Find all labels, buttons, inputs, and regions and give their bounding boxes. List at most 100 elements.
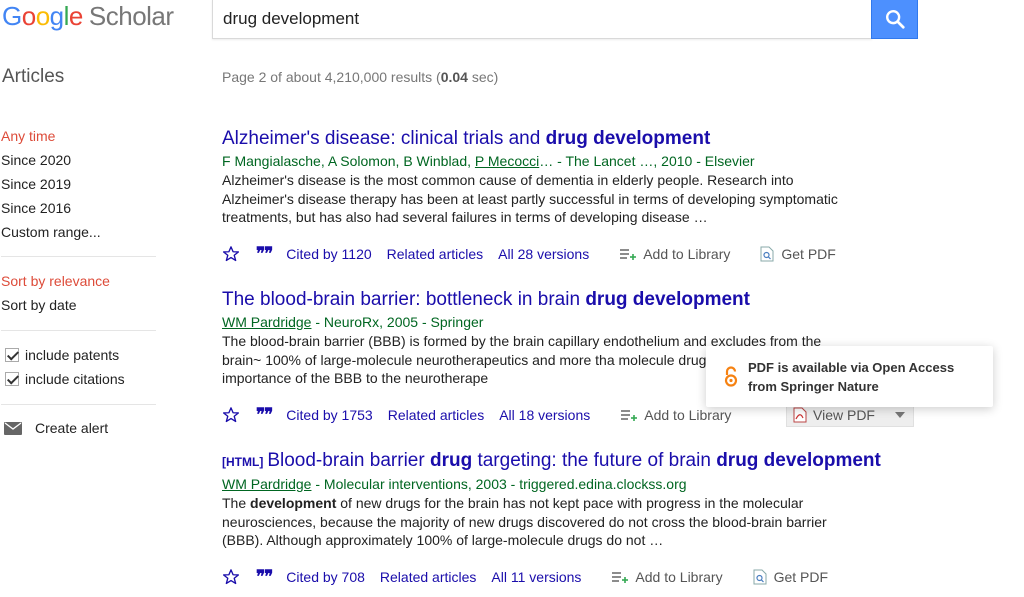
result-snippet: Alzheimer's disease is the most common c… [222, 172, 838, 225]
sidebar-divider [1, 256, 156, 257]
checkbox-checked-icon [5, 372, 19, 386]
format-tag: [HTML] [222, 455, 264, 469]
filter-since-2019[interactable]: Since 2019 [1, 172, 156, 196]
pdf-file-icon [753, 569, 767, 585]
stats-time: 0.04 [440, 69, 468, 85]
publication-info: - NeuroRx, 2005 - Springer [311, 314, 484, 330]
google-scholar-logo[interactable]: Google Scholar [2, 1, 174, 31]
include-patents-checkbox[interactable]: include patents [1, 343, 156, 367]
result-authors: WM Pardridge - NeuroRx, 2005 - Springer [222, 312, 922, 332]
get-pdf-link[interactable]: Get PDF [760, 246, 836, 262]
sort-list: Sort by relevance Sort by date [1, 269, 156, 317]
envelope-icon [4, 421, 22, 435]
result-authors: WM Pardridge - Molecular interventions, … [222, 474, 922, 494]
result-actions: ❞❞ Cited by 1120 Related articles All 28… [222, 244, 836, 264]
search-input[interactable] [213, 0, 871, 38]
filter-any-time[interactable]: Any time [1, 124, 156, 148]
logo-letter: G [2, 1, 22, 31]
add-to-library-label: Add to Library [644, 407, 732, 423]
star-icon[interactable] [222, 406, 240, 424]
title-text: The blood-brain barrier: bottleneck in b… [222, 289, 586, 310]
cite-icon[interactable]: ❞❞ [256, 244, 273, 264]
snippet-text: The [222, 495, 251, 511]
result-actions: ❞❞ Cited by 708 Related articles All 11 … [222, 567, 828, 587]
publication-info: … - The Lancet …, 2010 - Elsevier [539, 153, 755, 169]
title-highlight: drug development [545, 128, 711, 149]
include-options: include patents include citations [1, 343, 156, 391]
title-highlight: drug development [716, 450, 881, 471]
title-text: Blood-brain barrier [267, 450, 430, 471]
all-versions-link[interactable]: All 11 versions [491, 569, 581, 585]
include-patents-label: include patents [25, 347, 120, 363]
sort-by-date[interactable]: Sort by date [1, 293, 156, 317]
create-alert-link[interactable]: Create alert [4, 420, 108, 436]
sidebar-divider [1, 404, 156, 405]
result-title-link[interactable]: The blood-brain barrier: bottleneck in b… [222, 288, 922, 312]
results-stats: Page 2 of about 4,210,000 results (0.04 … [222, 69, 498, 85]
cite-icon[interactable]: ❞❞ [256, 405, 273, 425]
get-pdf-label: Get PDF [781, 246, 836, 262]
result-authors: F Mangialasche, A Solomon, B Winblad, P … [222, 151, 922, 171]
result-title-link[interactable]: [HTML] Blood-brain barrier drug targeting… [222, 449, 922, 474]
title-text: targeting: the future of brain [472, 450, 717, 471]
include-citations-label: include citations [25, 371, 125, 387]
author-link[interactable]: WM Pardridge [222, 314, 311, 330]
create-alert-label: Create alert [35, 420, 109, 436]
publication-info: - Molecular interventions, 2003 - trigge… [311, 476, 687, 492]
popup-message: PDF is available via Open Access from Sp… [748, 358, 954, 396]
star-icon[interactable] [222, 568, 240, 586]
open-access-icon [724, 365, 738, 387]
add-to-library-icon [621, 410, 638, 421]
cited-by-link[interactable]: Cited by 708 [286, 569, 365, 585]
add-to-library-button[interactable]: Add to Library [611, 569, 723, 585]
get-pdf-label: Get PDF [773, 569, 829, 585]
all-versions-link[interactable]: All 28 versions [498, 246, 589, 262]
search-icon [885, 10, 905, 29]
filter-since-2016[interactable]: Since 2016 [1, 196, 156, 220]
result-title-link[interactable]: Alzheimer's disease: clinical trials and… [222, 127, 922, 151]
all-versions-link[interactable]: All 18 versions [499, 407, 590, 423]
snippet-highlight: development [250, 495, 337, 511]
pdf-file-icon [760, 246, 774, 262]
get-pdf-link[interactable]: Get PDF [753, 569, 828, 585]
author-link[interactable]: WM Pardridge [222, 476, 311, 492]
star-icon[interactable] [222, 245, 240, 263]
title-text: Alzheimer's disease: clinical trials and [222, 128, 546, 149]
search-result: [HTML] Blood-brain barrier drug targeting… [222, 449, 922, 550]
open-access-popup: PDF is available via Open Access from Sp… [706, 346, 993, 407]
search-box [212, 0, 872, 39]
cited-by-link[interactable]: Cited by 1120 [286, 246, 371, 262]
view-pdf-label: View PDF [813, 407, 875, 423]
related-articles-link[interactable]: Related articles [388, 407, 485, 423]
chevron-down-icon[interactable] [895, 412, 905, 418]
search-result: Alzheimer's disease: clinical trials and… [222, 127, 922, 227]
cited-by-link[interactable]: Cited by 1753 [286, 407, 372, 423]
result-actions: ❞❞ Cited by 1753 Related articles All 18… [222, 405, 731, 425]
add-to-library-button[interactable]: Add to Library [619, 246, 730, 262]
include-citations-checkbox[interactable]: include citations [1, 367, 156, 391]
result-snippet: The development of new drugs for the bra… [222, 494, 852, 550]
logo-letter: o [21, 1, 36, 31]
authors-text: F Mangialasche, A Solomon, B Winblad, [222, 153, 475, 169]
add-to-library-icon [620, 249, 637, 260]
add-to-library-label: Add to Library [643, 246, 731, 262]
sidebar-divider [1, 330, 156, 331]
sort-by-relevance[interactable]: Sort by relevance [1, 269, 156, 293]
author-link[interactable]: P Mecocci [475, 153, 539, 169]
logo-letter: g [49, 1, 64, 31]
popup-line-1: PDF is available via Open Access [748, 359, 955, 375]
logo-letter: o [35, 1, 50, 31]
filter-since-2020[interactable]: Since 2020 [1, 148, 156, 172]
logo-letter: e [68, 1, 83, 31]
stats-prefix: Page 2 of about 4,210,000 results ( [222, 69, 441, 85]
cite-icon[interactable]: ❞❞ [256, 567, 273, 587]
title-highlight: drug development [585, 289, 750, 310]
related-articles-link[interactable]: Related articles [380, 569, 477, 585]
pdf-icon [793, 407, 807, 423]
time-filter-list: Any time Since 2020 Since 2019 Since 201… [1, 124, 156, 244]
add-to-library-button[interactable]: Add to Library [620, 407, 731, 423]
search-button[interactable] [871, 0, 918, 39]
related-articles-link[interactable]: Related articles [387, 246, 484, 262]
filter-custom-range[interactable]: Custom range... [1, 220, 156, 244]
checkbox-checked-icon [5, 348, 19, 362]
